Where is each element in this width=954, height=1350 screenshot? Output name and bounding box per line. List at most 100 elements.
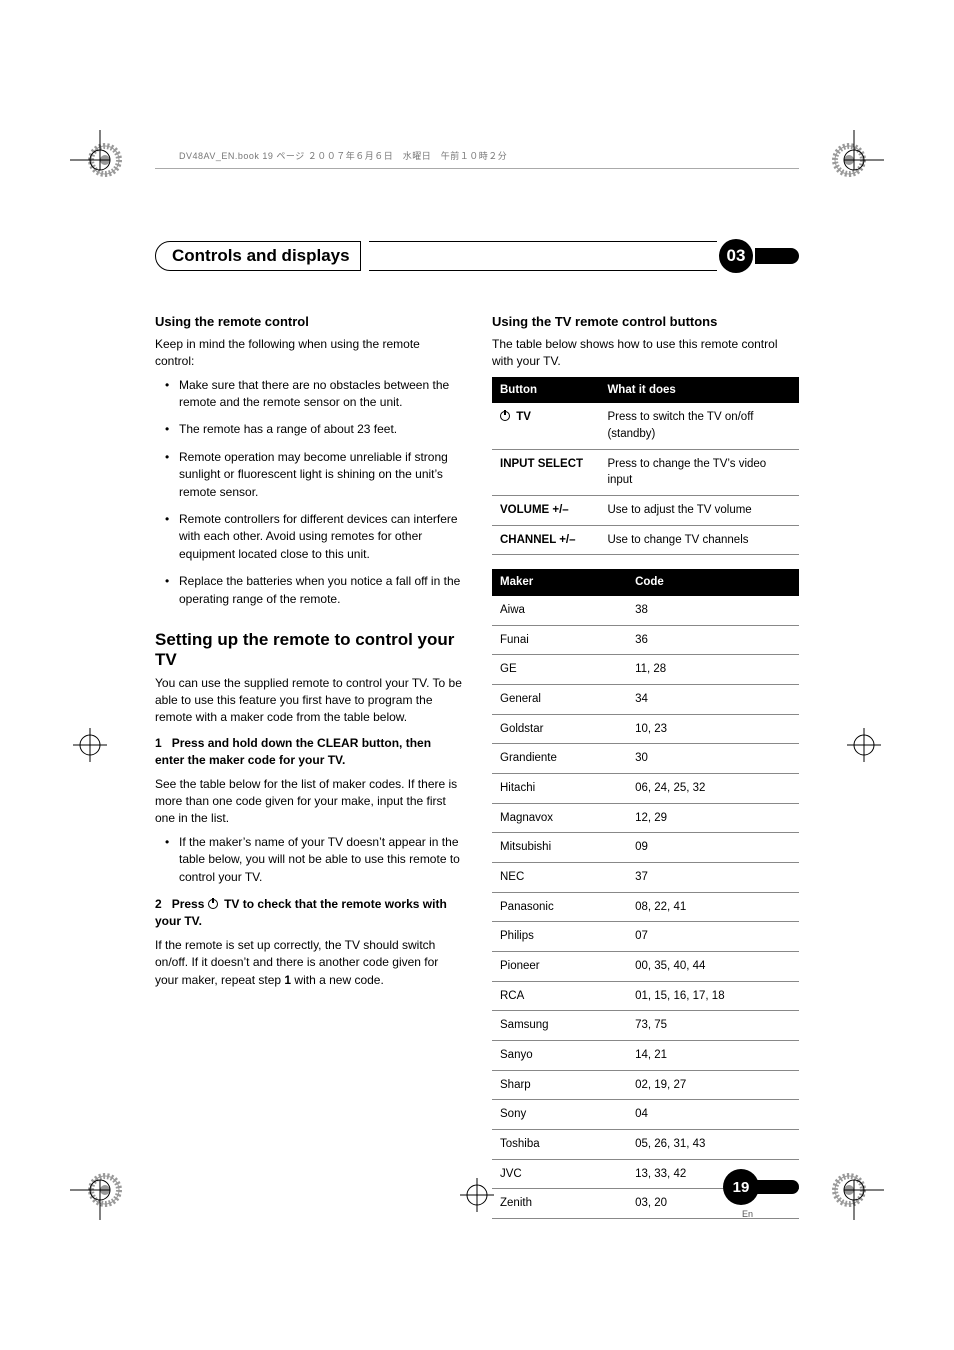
table-row: INPUT SELECTPress to change the TV’s vid…	[492, 449, 799, 495]
table-row: Sharp02, 19, 27	[492, 1070, 799, 1100]
list-item: If the maker’s name of your TV doesn’t a…	[169, 834, 462, 886]
heading-setup-remote: Setting up the remote to control your TV	[155, 630, 462, 671]
table-cell: Use to adjust the TV volume	[599, 495, 799, 525]
table-cell: VOLUME +/–	[492, 495, 599, 525]
page-number-badge: 19 En	[723, 1169, 799, 1205]
table-cell: Hitachi	[492, 774, 627, 804]
table-cell: INPUT SELECT	[492, 449, 599, 495]
table-cell: Zenith	[492, 1189, 627, 1219]
table-row: Goldstar10, 23	[492, 714, 799, 744]
table-cell: Press to change the TV’s video input	[599, 449, 799, 495]
crop-mark-icon	[824, 130, 884, 190]
table-cell: 12, 29	[627, 803, 799, 833]
table-cell: Sanyo	[492, 1041, 627, 1071]
table-cell: CHANNEL +/–	[492, 525, 599, 555]
table-cell: General	[492, 685, 627, 715]
table-cell: NEC	[492, 863, 627, 893]
table-row: CHANNEL +/–Use to change TV channels	[492, 525, 799, 555]
right-column: Using the TV remote control buttons The …	[492, 313, 799, 1233]
list-item: Replace the batteries when you notice a …	[169, 573, 462, 608]
table-row: Samsung73, 75	[492, 1011, 799, 1041]
table-row: Toshiba05, 26, 31, 43	[492, 1130, 799, 1160]
table-header: What it does	[599, 377, 799, 404]
paragraph: If the remote is set up correctly, the T…	[155, 937, 462, 989]
table-cell: GE	[492, 655, 627, 685]
table-cell: JVC	[492, 1159, 627, 1189]
table-row: Pioneer00, 35, 40, 44	[492, 952, 799, 982]
table-cell: RCA	[492, 981, 627, 1011]
table-cell: 01, 15, 16, 17, 18	[627, 981, 799, 1011]
chapter-title: Controls and displays	[155, 241, 361, 271]
table-row: Mitsubishi09	[492, 833, 799, 863]
page-tail	[755, 1180, 799, 1194]
table-cell: Sony	[492, 1100, 627, 1130]
list-item: Remote controllers for different devices…	[169, 511, 462, 563]
table-cell: Sharp	[492, 1070, 627, 1100]
chapter-bar	[369, 241, 717, 271]
table-cell: 10, 23	[627, 714, 799, 744]
table-row: Hitachi06, 24, 25, 32	[492, 774, 799, 804]
table-cell: Philips	[492, 922, 627, 952]
table-row: Aiwa38	[492, 596, 799, 625]
list-item: The remote has a range of about 23 feet.	[169, 421, 462, 438]
table-cell: 02, 19, 27	[627, 1070, 799, 1100]
paragraph: Keep in mind the following when using th…	[155, 336, 462, 371]
list-item: Make sure that there are no obstacles be…	[169, 377, 462, 412]
table-cell: 73, 75	[627, 1011, 799, 1041]
chapter-header: Controls and displays 03	[155, 239, 799, 273]
crop-mark-icon	[70, 1160, 130, 1220]
table-row: Sanyo14, 21	[492, 1041, 799, 1071]
crop-mark-icon	[824, 1160, 884, 1220]
crop-mark-icon	[70, 130, 130, 190]
table-cell: 37	[627, 863, 799, 893]
step-1: 1 Press and hold down the CLEAR button, …	[155, 735, 462, 770]
table-cell: 34	[627, 685, 799, 715]
table-cell: 07	[627, 922, 799, 952]
page-sheet: DV48AV_EN.book 19 ページ ２００７年６月６日 水曜日 午前１０…	[155, 145, 799, 1205]
table-row: TVPress to switch the TV on/off (standby…	[492, 403, 799, 449]
power-icon	[208, 899, 218, 909]
chapter-number-badge: 03	[719, 239, 753, 273]
table-cell: Use to change TV channels	[599, 525, 799, 555]
crop-mark-icon	[839, 720, 889, 770]
table-row: Sony04	[492, 1100, 799, 1130]
crop-mark-icon	[65, 720, 115, 770]
table-cell: Mitsubishi	[492, 833, 627, 863]
table-row: Funai36	[492, 625, 799, 655]
table-cell: Grandiente	[492, 744, 627, 774]
button-function-table: Button What it does TVPress to switch th…	[492, 377, 799, 556]
table-row: Philips07	[492, 922, 799, 952]
table-cell: Toshiba	[492, 1130, 627, 1160]
table-cell: 00, 35, 40, 44	[627, 952, 799, 982]
table-row: Grandiente30	[492, 744, 799, 774]
chapter-tail	[755, 248, 799, 264]
table-cell: 08, 22, 41	[627, 892, 799, 922]
table-cell: Aiwa	[492, 596, 627, 625]
table-cell: Samsung	[492, 1011, 627, 1041]
table-cell: 06, 24, 25, 32	[627, 774, 799, 804]
table-cell: Funai	[492, 625, 627, 655]
table-cell: 14, 21	[627, 1041, 799, 1071]
table-header: Maker	[492, 569, 627, 596]
paragraph: The table below shows how to use this re…	[492, 336, 799, 371]
page-lang: En	[742, 1209, 753, 1219]
table-header: Code	[627, 569, 799, 596]
table-row: RCA01, 15, 16, 17, 18	[492, 981, 799, 1011]
table-row: General34	[492, 685, 799, 715]
table-row: Magnavox12, 29	[492, 803, 799, 833]
table-cell: 36	[627, 625, 799, 655]
table-cell: Magnavox	[492, 803, 627, 833]
remote-tips-list: Make sure that there are no obstacles be…	[155, 377, 462, 608]
maker-code-table: Maker Code Aiwa38Funai36GE11, 28General3…	[492, 569, 799, 1219]
heading-tv-buttons: Using the TV remote control buttons	[492, 313, 799, 332]
step-2: 2 Press TV to check that the remote work…	[155, 896, 462, 931]
table-cell: 09	[627, 833, 799, 863]
table-row: VOLUME +/–Use to adjust the TV volume	[492, 495, 799, 525]
heading-using-remote: Using the remote control	[155, 313, 462, 332]
table-cell: Press to switch the TV on/off (standby)	[599, 403, 799, 449]
table-cell: 04	[627, 1100, 799, 1130]
table-cell: Pioneer	[492, 952, 627, 982]
table-header: Button	[492, 377, 599, 404]
table-row: NEC37	[492, 863, 799, 893]
paragraph: See the table below for the list of make…	[155, 776, 462, 828]
